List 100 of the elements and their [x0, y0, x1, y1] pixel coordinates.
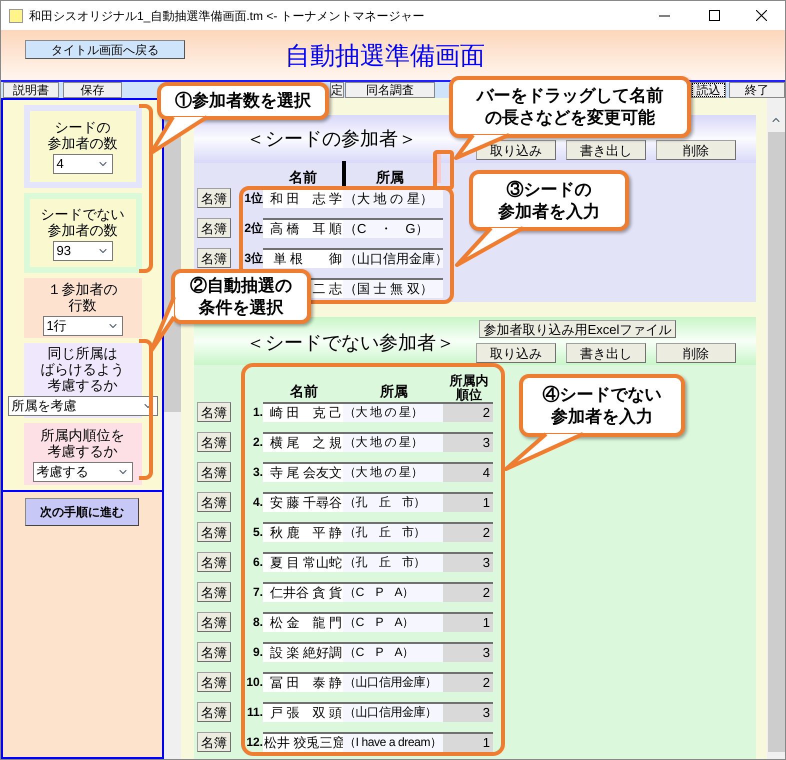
row-number: 1.	[252, 404, 263, 421]
name-field[interactable]: 寺 尾 会友文	[263, 462, 343, 482]
maximize-icon[interactable]	[709, 10, 720, 21]
action-button[interactable]: 削除	[656, 140, 736, 160]
row-number: 7.	[252, 584, 263, 601]
row-number: 4.	[252, 494, 263, 511]
name-field[interactable]: 設 楽 絶好調	[263, 642, 343, 662]
order-field[interactable]: 1	[443, 492, 493, 512]
order-field[interactable]: 3	[443, 552, 493, 572]
order-field[interactable]: 2	[443, 582, 493, 602]
callout-text: ④シードでない	[542, 384, 662, 406]
action-button[interactable]: 名簿	[197, 552, 231, 572]
name-field[interactable]: 崎 田 克 己	[263, 402, 343, 422]
dropdown[interactable]: 考慮する	[32, 462, 132, 482]
action-button[interactable]: 名簿	[197, 432, 231, 452]
name-field[interactable]: 和 田 志 学	[263, 188, 343, 208]
name-field[interactable]: 横 尾 之 規	[263, 432, 343, 452]
action-button[interactable]: 名簿	[197, 402, 231, 422]
action-button[interactable]: 名簿	[197, 218, 231, 238]
row-number: 5.	[252, 524, 263, 541]
team-field[interactable]: （大 地 の 星）	[343, 462, 443, 482]
action-button[interactable]: 取り込み	[476, 140, 556, 160]
team-field[interactable]: （大 地 の 星）	[343, 432, 443, 452]
name-field[interactable]: 二 志	[311, 278, 343, 298]
order-field[interactable]: 2	[443, 522, 493, 542]
action-button[interactable]: 名簿	[197, 462, 231, 482]
dropdown[interactable]: 所属を考慮	[8, 396, 158, 416]
team-field[interactable]: （山口信用金庫）	[343, 248, 443, 268]
order-field[interactable]: 1	[443, 732, 493, 752]
toolbar-button[interactable]: 終了	[729, 82, 785, 98]
order-field[interactable]: 3	[443, 432, 493, 452]
toolbar-button[interactable]: 定	[330, 82, 344, 98]
team-field[interactable]: （C P A）	[343, 642, 443, 662]
team-field[interactable]: （山口信用金庫）	[343, 702, 443, 722]
order-field[interactable]: 2	[443, 402, 493, 422]
team-field[interactable]: （孔 丘 市）	[343, 492, 443, 512]
name-field[interactable]: 単 根 御	[263, 248, 343, 268]
callout-text: 参加者を入力	[551, 406, 653, 428]
action-button[interactable]: 名簿	[197, 492, 231, 512]
resize-handle[interactable]	[437, 153, 441, 183]
action-button[interactable]: 書き出し	[566, 343, 646, 363]
team-field[interactable]: （C P A）	[343, 582, 443, 602]
name-field[interactable]: 安 藤 千尋谷	[263, 492, 343, 512]
team-field[interactable]: （大 地 の 星）	[343, 402, 443, 422]
action-button[interactable]: 名簿	[197, 732, 231, 752]
name-field[interactable]: 冨 田 泰 静	[263, 672, 343, 692]
column-header: 所属	[374, 168, 405, 187]
next-step-button[interactable]: 次の手順に進む	[25, 498, 139, 526]
toolbar-button[interactable]: 同名調査	[345, 82, 435, 98]
callout-text: ①参加者数を選択	[175, 90, 311, 112]
team-field[interactable]: （大 地 の 星）	[343, 188, 443, 208]
toolbar-button[interactable]: 読込	[690, 82, 726, 98]
name-field[interactable]: 夏 目 常山蛇	[263, 552, 343, 572]
order-field[interactable]: 2	[443, 672, 493, 692]
action-button[interactable]: 名簿	[197, 672, 231, 692]
action-button[interactable]: 削除	[656, 343, 736, 363]
team-field[interactable]: （I have a dream）	[343, 732, 443, 752]
callout-text: ③シードの	[506, 178, 592, 200]
drag-handle[interactable]	[342, 161, 346, 188]
team-field[interactable]: （孔 丘 市）	[343, 522, 443, 542]
action-button[interactable]: 名簿	[197, 642, 231, 662]
toolbar-button[interactable]: 説明書	[3, 82, 59, 98]
name-field[interactable]: 高 橋 耳 順	[263, 218, 343, 238]
action-button[interactable]: 名簿	[197, 612, 231, 632]
order-field[interactable]: 3	[443, 642, 493, 662]
action-button[interactable]: 名簿	[197, 522, 231, 542]
action-button[interactable]: 名簿	[197, 248, 231, 268]
dropdown[interactable]: 4	[52, 154, 112, 174]
action-button[interactable]: 名簿	[197, 582, 231, 602]
order-field[interactable]: 1	[443, 612, 493, 632]
name-field[interactable]: 秋 鹿 平 静	[263, 522, 343, 542]
action-button[interactable]: 名簿	[197, 188, 231, 208]
setting-label: 考慮するか	[48, 377, 118, 393]
back-button[interactable]: タイトル画面へ戻る	[25, 40, 185, 59]
order-field[interactable]: 4	[443, 462, 493, 482]
setting-label: 行数	[68, 296, 96, 312]
action-button[interactable]: 参加者取り込み用Excelファイル	[479, 320, 676, 338]
dropdown[interactable]: 1行	[42, 316, 122, 336]
name-field[interactable]: 戸 張 双 頭	[263, 702, 343, 722]
close-icon[interactable]	[756, 10, 767, 21]
action-button[interactable]: 書き出し	[566, 140, 646, 160]
action-button[interactable]: 取り込み	[476, 343, 556, 363]
callout-text: 参加者を入力	[498, 200, 600, 222]
team-field[interactable]: （国 士 無 双）	[343, 278, 443, 298]
row-number: 6.	[252, 554, 263, 571]
toolbar-button[interactable]: 保存	[62, 82, 122, 98]
team-field[interactable]: （孔 丘 市）	[343, 552, 443, 572]
row-number: 3.	[252, 464, 263, 481]
name-field[interactable]: 松 金 龍 門	[263, 612, 343, 632]
dropdown[interactable]: 93	[52, 240, 112, 260]
team-field[interactable]: （山口信用金庫）	[343, 672, 443, 692]
section-title: ＜シードの参加者＞	[245, 128, 417, 152]
action-button[interactable]: 名簿	[197, 702, 231, 722]
screen-title: 自動抽選準備画面	[285, 41, 485, 72]
team-field[interactable]: （C P A）	[343, 612, 443, 632]
team-field[interactable]: （C ・ G）	[343, 218, 443, 238]
name-field[interactable]: 仁井谷 貪 貨	[263, 582, 343, 602]
order-field[interactable]: 3	[443, 702, 493, 722]
column-header: 所属	[378, 382, 409, 401]
scrollbar[interactable]	[768, 132, 784, 752]
